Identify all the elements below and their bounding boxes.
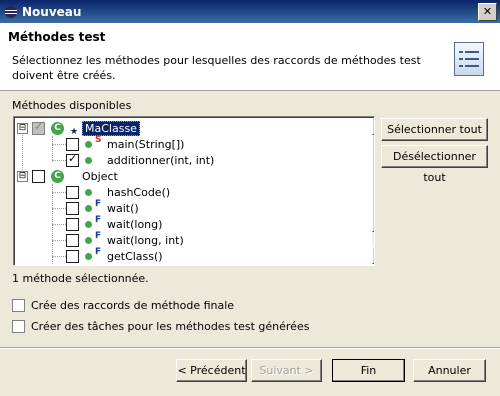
- window-title: Nouveau: [22, 4, 82, 19]
- tree-item-label: getClass(): [107, 249, 163, 263]
- tree-item-label: wait(long, int): [107, 233, 184, 247]
- collapse-icon[interactable]: ⊟: [17, 170, 28, 182]
- static-overlay-icon: S: [95, 135, 102, 145]
- checkbox-main[interactable]: [66, 137, 79, 151]
- tree-item-label: wait(): [107, 201, 139, 215]
- tree-item-hashcode[interactable]: hashCode(): [66, 184, 170, 200]
- checkbox-wait[interactable]: [66, 201, 79, 215]
- class-icon: C: [51, 121, 64, 135]
- public-method-icon: [85, 204, 92, 212]
- title-bar: Nouveau ✕: [0, 0, 500, 23]
- tree-item-label: main(String[]): [107, 137, 185, 151]
- create-tasks-label: Créer des tâches pour les méthodes test …: [31, 320, 310, 333]
- final-stubs-label: Crée des raccords de méthode finale: [31, 299, 235, 312]
- public-method-icon: [85, 220, 92, 228]
- tree-item-label: hashCode(): [107, 185, 171, 199]
- scroll-down-icon[interactable]: ▼: [372, 247, 374, 264]
- scroll-thumb[interactable]: [372, 135, 374, 232]
- star-overlay-icon: ★: [70, 127, 79, 137]
- scroll-up-icon[interactable]: ▲: [372, 118, 374, 135]
- public-method-icon: [85, 236, 92, 244]
- class-icon: C: [51, 169, 64, 183]
- public-method-icon: [85, 252, 92, 260]
- page-description: Sélectionnez les méthodes pour lesquelle…: [12, 54, 421, 82]
- create-tasks-checkbox[interactable]: [12, 320, 25, 333]
- final-overlay-icon: F: [95, 231, 102, 241]
- wizard-banner-icon: [454, 42, 484, 76]
- tree-item-main[interactable]: S main(String[]): [66, 136, 184, 152]
- option-create-tasks[interactable]: Créer des tâches pour les méthodes test …: [12, 320, 309, 333]
- checkbox-additionner[interactable]: ✓: [66, 152, 79, 167]
- page-title: Méthodes test: [8, 30, 106, 44]
- close-icon: ✕: [482, 5, 493, 18]
- public-method-icon: [85, 188, 92, 196]
- tree-item-maclasse[interactable]: ⊟ ✓ C ★ MaClasse: [17, 120, 140, 137]
- tree-item-label: additionner(int, int): [107, 153, 215, 167]
- next-button[interactable]: Suivant >: [251, 359, 322, 382]
- tree-item-getclass[interactable]: F getClass(): [66, 248, 163, 264]
- checkbox-getclass[interactable]: [66, 249, 79, 263]
- tree-item-label: Object: [82, 169, 118, 183]
- tree-item-label: MaClasse: [82, 120, 140, 136]
- tree-item-wait-long[interactable]: F wait(long): [66, 216, 162, 232]
- option-final-stubs[interactable]: Crée des raccords de méthode finale: [12, 299, 234, 312]
- selection-status: 1 méthode sélectionnée.: [12, 272, 149, 285]
- close-button[interactable]: ✕: [478, 3, 497, 21]
- tree-item-wait[interactable]: F wait(): [66, 200, 139, 216]
- tree-item-wait-long-int[interactable]: F wait(long, int): [66, 232, 184, 248]
- vertical-scrollbar[interactable]: ▲ ▼: [372, 118, 374, 264]
- checkbox-object[interactable]: [32, 169, 45, 183]
- public-method-icon: [85, 140, 92, 148]
- deselect-all-button[interactable]: Désélectionner tout: [381, 145, 488, 184]
- available-methods-label: Méthodes disponibles: [12, 99, 132, 112]
- checkbox-maclasse[interactable]: ✓: [32, 120, 45, 135]
- eclipse-icon: [5, 5, 17, 18]
- checkbox-hashcode[interactable]: [66, 185, 79, 199]
- collapse-icon[interactable]: ⊟: [17, 122, 28, 134]
- checkbox-wait-long-int[interactable]: [66, 233, 79, 247]
- final-overlay-icon: F: [95, 215, 102, 225]
- final-overlay-icon: F: [95, 247, 102, 257]
- footer-separator: [0, 347, 500, 349]
- final-overlay-icon: F: [95, 199, 102, 209]
- final-stubs-checkbox[interactable]: [12, 299, 25, 312]
- checkbox-wait-long[interactable]: [66, 217, 79, 231]
- tree-item-additionner[interactable]: ✓ additionner(int, int): [66, 152, 214, 168]
- previous-button[interactable]: < Précédent: [176, 359, 247, 382]
- tree-item-label: wait(long): [107, 217, 163, 231]
- methods-tree[interactable]: ⊟ ✓ C ★ MaClasse S main(String[]) ✓ addi…: [13, 116, 375, 266]
- tree-item-object[interactable]: ⊟ C Object: [17, 168, 118, 184]
- select-all-button[interactable]: Sélectionner tout: [381, 118, 488, 141]
- finish-button[interactable]: Fin: [332, 359, 405, 382]
- cancel-button[interactable]: Annuler: [413, 359, 486, 382]
- wizard-header: Méthodes test Sélectionnez les méthodes …: [0, 23, 500, 91]
- public-method-icon: [85, 156, 92, 164]
